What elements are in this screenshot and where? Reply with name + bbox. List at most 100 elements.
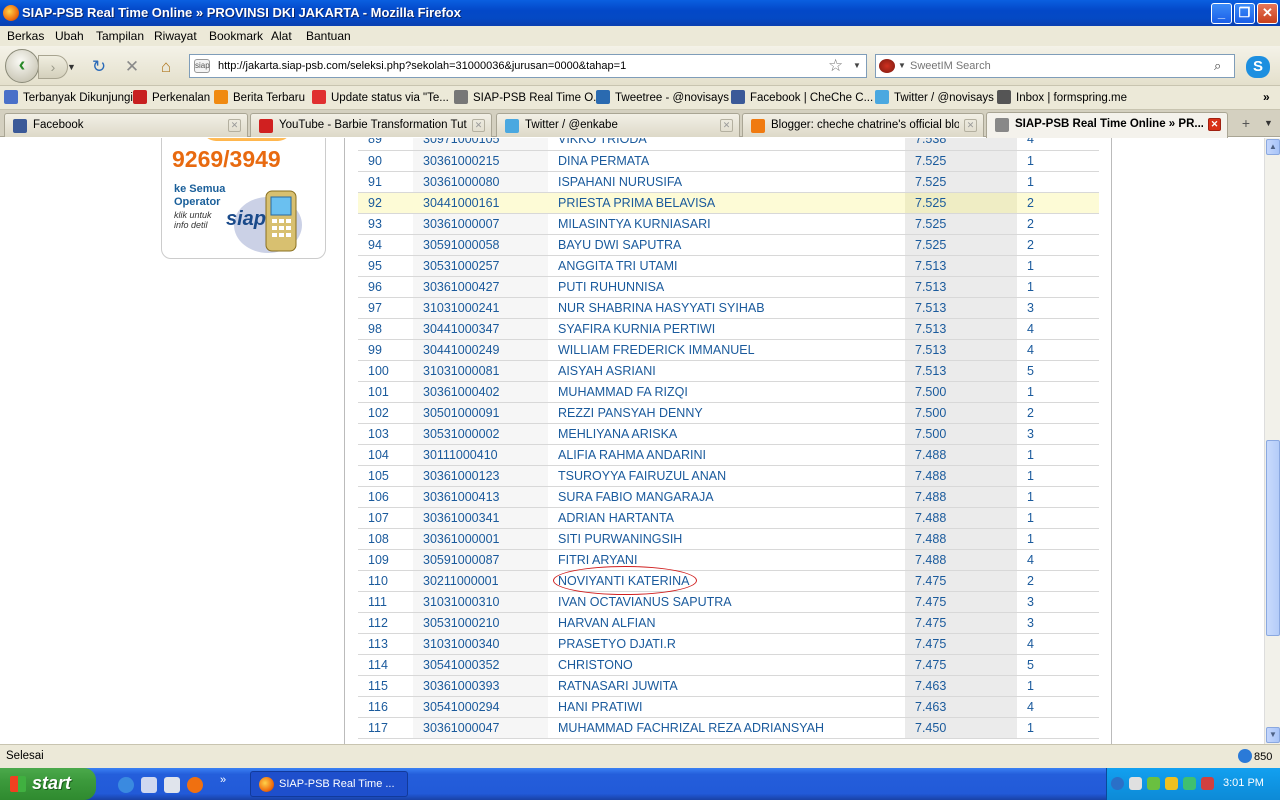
score-cell: 7.463 xyxy=(905,675,1017,697)
tray-expand-icon[interactable] xyxy=(1111,777,1124,790)
menu-bookmark[interactable]: Bookmark xyxy=(209,29,263,43)
menu-ubah[interactable]: Ubah xyxy=(55,29,84,43)
tab-close-icon[interactable]: ✕ xyxy=(472,119,485,132)
bookmark-icon xyxy=(454,90,468,104)
bookmark-item[interactable]: Inbox | formspring.me xyxy=(997,90,1127,104)
registration-number-cell: 30361000413 xyxy=(413,486,548,508)
back-button[interactable]: ‹ xyxy=(5,49,39,83)
ie-icon[interactable] xyxy=(118,777,134,793)
tab-youtube[interactable]: YouTube - Barbie Transformation Tuto... … xyxy=(250,113,492,137)
choice-cell: 3 xyxy=(1017,297,1099,319)
quicklaunch-more-icon[interactable]: » xyxy=(220,774,230,790)
bookmark-item[interactable]: Twitter / @novisays xyxy=(875,90,994,104)
table-row: 101 30361000402 MUHAMMAD FA RIZQI 7.500 1 xyxy=(358,381,1099,403)
scrollbar-thumb[interactable] xyxy=(1266,440,1280,636)
tray-app-icon[interactable] xyxy=(1165,777,1178,790)
student-name-cell: SYAFIRA KURNIA PERTIWI xyxy=(548,318,905,340)
tab-close-icon[interactable]: ✕ xyxy=(1208,118,1221,131)
ad-operators: ke Semua Operator xyxy=(174,183,226,208)
close-button[interactable]: ✕ xyxy=(1257,3,1278,24)
tray-app-icon[interactable] xyxy=(1201,777,1214,790)
reload-icon[interactable]: ↻ xyxy=(89,57,109,77)
score-cell: 7.513 xyxy=(905,297,1017,319)
rank-cell: 113 xyxy=(358,633,413,655)
maximize-button[interactable]: ❐ xyxy=(1234,3,1255,24)
menu-bantuan[interactable]: Bantuan xyxy=(306,29,351,43)
student-name-cell: PRIESTA PRIMA BELAVISA xyxy=(548,192,905,214)
bookmark-item[interactable]: Tweetree - @novisays xyxy=(596,90,729,104)
url-text[interactable]: http://jakarta.siap-psb.com/seleksi.php?… xyxy=(218,60,626,72)
rank-cell: 100 xyxy=(358,360,413,382)
tray-app-icon[interactable] xyxy=(1147,777,1160,790)
search-input[interactable] xyxy=(910,58,1206,74)
start-button[interactable]: start xyxy=(0,768,96,800)
rank-cell: 101 xyxy=(358,381,413,403)
home-icon[interactable]: ⌂ xyxy=(156,57,176,77)
menu-riwayat[interactable]: Riwayat xyxy=(154,29,197,43)
search-icon[interactable]: ⌕ xyxy=(1214,58,1221,74)
blogger-icon xyxy=(751,119,765,133)
search-engine-dropdown-icon[interactable]: ▼ xyxy=(898,61,906,70)
registration-number-cell: 30441000161 xyxy=(413,192,548,214)
tab-close-icon[interactable]: ✕ xyxy=(964,119,977,132)
scroll-up-icon[interactable]: ▲ xyxy=(1266,139,1280,155)
media-player-icon[interactable] xyxy=(141,777,157,793)
firefox-quicklaunch-icon[interactable] xyxy=(187,777,203,793)
registration-number-cell: 30541000352 xyxy=(413,654,548,676)
search-engine-icon[interactable] xyxy=(879,59,895,73)
student-name-cell: ADRIAN HARTANTA xyxy=(548,507,905,529)
search-bar[interactable]: ▼ ⌕ xyxy=(875,54,1235,78)
table-row: 112 30531000210 HARVAN ALFIAN 7.475 3 xyxy=(358,612,1099,634)
url-bar[interactable]: siap http://jakarta.siap-psb.com/seleksi… xyxy=(189,54,867,78)
bookmark-item[interactable]: Terbanyak Dikunjungi xyxy=(4,90,133,104)
score-cell: 7.475 xyxy=(905,633,1017,655)
ad-numbers: 9269/3949 xyxy=(172,146,281,172)
choice-cell: 3 xyxy=(1017,423,1099,445)
menu-berkas[interactable]: Berkas xyxy=(7,29,44,43)
table-row: 114 30541000352 CHRISTONO 7.475 5 xyxy=(358,654,1099,676)
menu-alat[interactable]: Alat xyxy=(271,29,292,43)
forward-button[interactable]: › xyxy=(38,55,68,79)
tab-siap-psb[interactable]: SIAP-PSB Real Time Online » PR... ✕ xyxy=(986,112,1228,138)
scroll-down-icon[interactable]: ▼ xyxy=(1266,727,1280,743)
bookmark-item[interactable]: Update status via "Te... xyxy=(312,90,449,104)
student-name-cell: TSUROYYA FAIRUZUL ANAN xyxy=(548,465,905,487)
choice-cell: 1 xyxy=(1017,150,1099,172)
student-name-cell: PUTI RUHUNNISA xyxy=(548,276,905,298)
rank-cell: 112 xyxy=(358,612,413,634)
skype-icon[interactable]: S xyxy=(1246,56,1270,78)
minimize-button[interactable]: _ xyxy=(1211,3,1232,24)
menu-tampilan[interactable]: Tampilan xyxy=(96,29,144,43)
student-name-cell: DINA PERMATA xyxy=(548,150,905,172)
score-cell: 7.513 xyxy=(905,276,1017,298)
firefox-icon xyxy=(3,5,19,21)
tab-blogger[interactable]: Blogger: cheche chatrine's official blog… xyxy=(742,113,984,137)
bookmark-item[interactable]: SIAP-PSB Real Time O... xyxy=(454,90,603,104)
tab-close-icon[interactable]: ✕ xyxy=(228,119,241,132)
tray-app-icon[interactable] xyxy=(1129,777,1142,790)
bookmark-star-icon[interactable]: ☆ xyxy=(828,56,843,76)
bookmark-item[interactable]: Perkenalan xyxy=(133,90,210,104)
bookmark-item[interactable]: Berita Terbaru xyxy=(214,90,305,104)
score-cell: 7.450 xyxy=(905,717,1017,739)
taskbar-firefox-task[interactable]: SIAP-PSB Real Time ... xyxy=(250,771,408,797)
choice-cell: 2 xyxy=(1017,402,1099,424)
new-tab-icon[interactable]: + xyxy=(1232,115,1260,137)
tray-app-icon[interactable] xyxy=(1183,777,1196,790)
bookmarks-overflow-icon[interactable]: » xyxy=(1263,90,1270,104)
sms-ad-banner[interactable]: 9269/3949 ke Semua Operator klik untuk i… xyxy=(161,138,326,259)
tab-twitter[interactable]: Twitter / @enkabe ✕ xyxy=(496,113,740,137)
stop-icon[interactable]: ✕ xyxy=(122,57,142,77)
url-dropdown-icon[interactable]: ▼ xyxy=(853,61,861,70)
vertical-scrollbar[interactable]: ▲ ▼ xyxy=(1264,138,1280,744)
bookmark-item[interactable]: Facebook | CheChe C... xyxy=(731,90,873,104)
registration-number-cell: 30541000294 xyxy=(413,696,548,718)
rank-cell: 90 xyxy=(358,150,413,172)
history-dropdown-icon[interactable]: ▼ xyxy=(67,62,76,72)
tab-list-icon[interactable]: ▼ xyxy=(1264,118,1273,128)
status-zoom[interactable]: 850 xyxy=(1238,749,1272,763)
explorer-icon[interactable] xyxy=(164,777,180,793)
tab-facebook[interactable]: Facebook ✕ xyxy=(4,113,248,137)
tab-close-icon[interactable]: ✕ xyxy=(720,119,733,132)
selection-results-table: 89 30971000105 VIKKO TRIODA 7.538 4 90 3036100… xyxy=(358,138,1099,739)
